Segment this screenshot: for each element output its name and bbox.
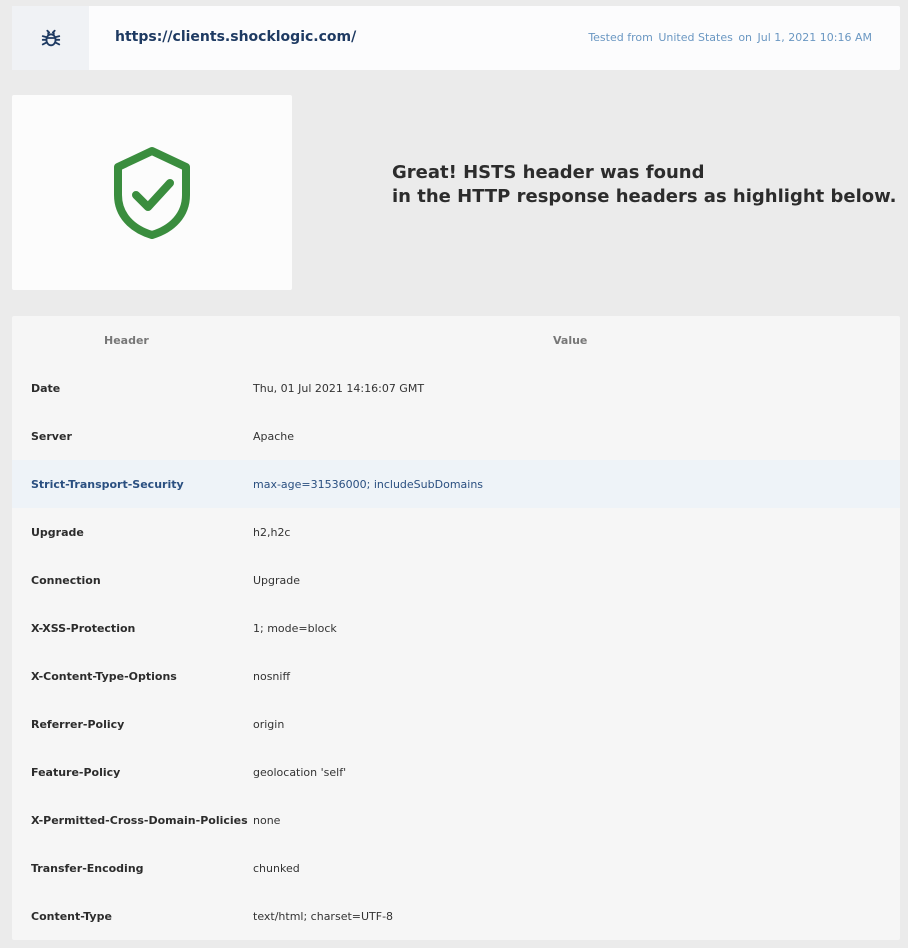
header-value: none — [253, 814, 281, 827]
header-name: Server — [31, 430, 72, 443]
table-row: Connection Upgrade — [12, 556, 900, 604]
header-value: h2,h2c — [253, 526, 291, 539]
header-name: Feature-Policy — [31, 766, 121, 779]
header-value: origin — [253, 718, 285, 731]
shield-check-icon — [114, 146, 190, 239]
header-name: Upgrade — [31, 526, 84, 539]
header-value: chunked — [253, 862, 300, 875]
header-name: Strict-Transport-Security — [31, 478, 184, 491]
header-value: Thu, 01 Jul 2021 14:16:07 GMT — [253, 382, 425, 395]
header-name: Referrer-Policy — [31, 718, 125, 731]
on-label: on — [738, 31, 753, 44]
header-name: Transfer-Encoding — [31, 862, 144, 875]
header-name: X-Content-Type-Options — [31, 670, 177, 683]
result-card — [12, 95, 292, 290]
tested-from-label: Tested from — [588, 31, 653, 44]
table-row: Upgrade h2,h2c — [12, 508, 900, 556]
header-name: Content-Type — [31, 910, 112, 923]
header-name: Connection — [31, 574, 101, 587]
header-name: Date — [31, 382, 61, 395]
header-value: text/html; charset=UTF-8 — [253, 910, 394, 923]
table-row: Server Apache — [12, 412, 900, 460]
header-value: Upgrade — [253, 574, 301, 587]
table-row: Date Thu, 01 Jul 2021 14:16:07 GMT — [12, 364, 900, 412]
tested-from-info: Tested from United States on Jul 1, 2021… — [588, 31, 874, 44]
bug-icon-box — [12, 6, 89, 70]
bug-icon — [41, 29, 60, 47]
column-header-value: Value — [553, 334, 588, 347]
table-row: X-Content-Type-Options nosniff — [12, 652, 900, 700]
header-value: nosniff — [253, 670, 291, 683]
table-row: Feature-Policy geolocation 'self' — [12, 748, 900, 796]
result-message: Great! HSTS header was found in the HTTP… — [392, 161, 896, 209]
table-row-highlighted: Strict-Transport-Security max-age=3153600… — [12, 460, 900, 508]
table-body: Date Thu, 01 Jul 2021 14:16:07 GMT Server… — [12, 364, 900, 940]
tested-date: Jul 1, 2021 10:16 AM — [757, 31, 872, 44]
header-value: geolocation 'self' — [253, 766, 347, 779]
tested-country: United States — [658, 31, 733, 44]
header-value: 1; mode=block — [253, 622, 337, 635]
table-row: Transfer-Encoding chunked — [12, 844, 900, 892]
column-header-header: Header — [104, 334, 149, 347]
result-line-2: in the HTTP response headers as highligh… — [392, 186, 897, 207]
tested-url-link[interactable]: https://clients.shocklogic.com/ — [115, 29, 356, 45]
header-name: X-XSS-Protection — [31, 622, 136, 635]
header-value: max-age=31536000; includeSubDomains — [253, 478, 484, 491]
response-headers-table: Header Value Date Thu, 01 Jul 2021 14:16:… — [12, 316, 900, 940]
table-row: Referrer-Policy origin — [12, 700, 900, 748]
header-value: Apache — [253, 430, 295, 443]
header-name: X-Permitted-Cross-Domain-Policies — [31, 814, 248, 827]
top-bar: https://clients.shocklogic.com/ Tested f… — [12, 6, 900, 70]
table-row: X-Permitted-Cross-Domain-Policies none — [12, 796, 900, 844]
table-row: X-XSS-Protection 1; mode=block — [12, 604, 900, 652]
table-row: Content-Type text/html; charset=UTF-8 — [12, 892, 900, 940]
result-line-1: Great! HSTS header was found — [392, 162, 705, 183]
